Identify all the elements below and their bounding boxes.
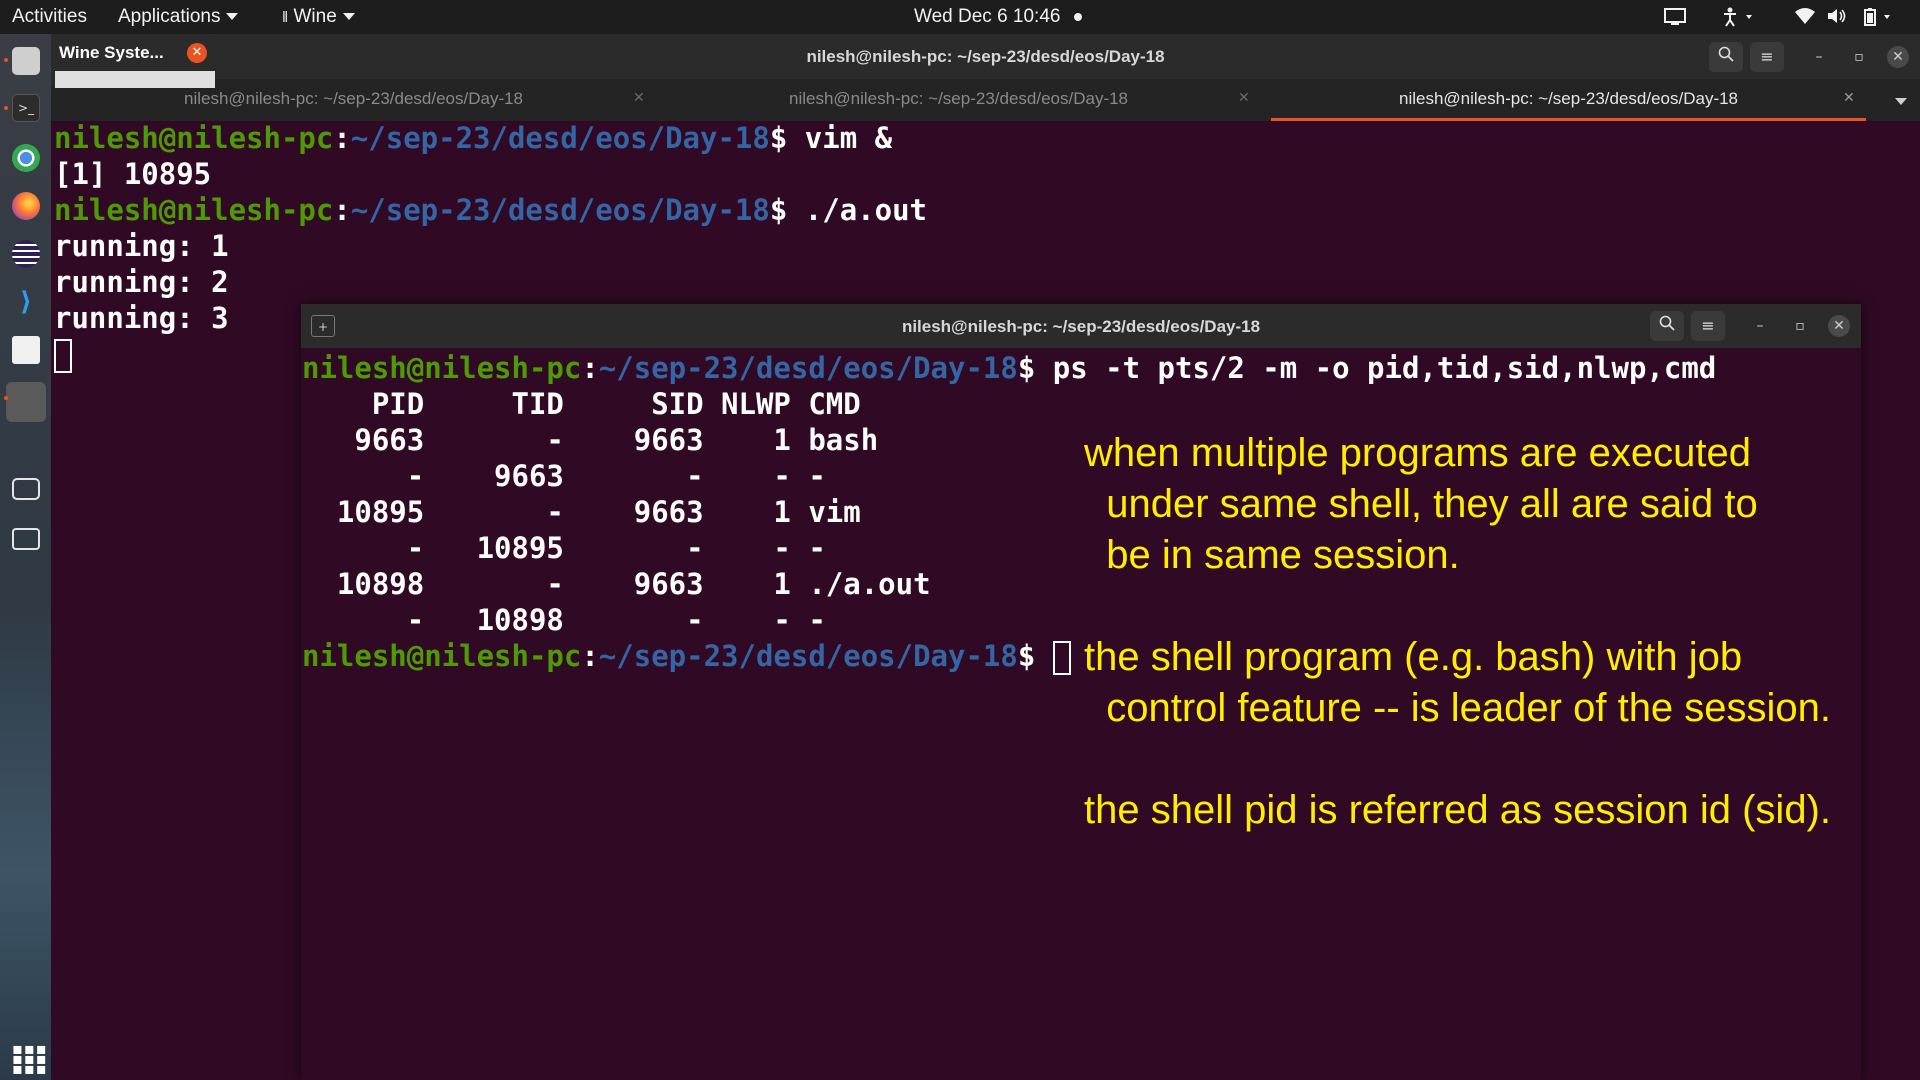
table-row: - 9663 - - - — [302, 459, 826, 493]
wine-menu-label: Wine — [293, 6, 337, 27]
eclipse-icon[interactable] — [12, 240, 40, 268]
wine-icon[interactable] — [6, 382, 46, 422]
prompt-path: ~/sep-23/desd/eos/Day-18 — [350, 193, 770, 227]
chevron-down-icon — [342, 13, 355, 21]
output-line: running: 1 — [54, 229, 229, 263]
command-line: $ vim & — [769, 121, 893, 155]
running-indicator — [4, 58, 8, 62]
prompt-user: nilesh@nilesh-pc — [302, 351, 582, 385]
running-indicator — [4, 106, 8, 110]
app-grid-icon[interactable]: ▪▪▪ ▪▪▪ ▪▪▪ — [12, 1041, 47, 1077]
window-title: nilesh@nilesh-pc: ~/sep-23/desd/eos/Day-… — [806, 47, 1165, 66]
menu-button[interactable]: ≡ — [1691, 311, 1725, 341]
top-bar: Activities Applications ǁ Wine Wed Dec 6… — [0, 0, 1920, 34]
files-icon[interactable] — [12, 47, 40, 75]
document-viewer-icon[interactable] — [12, 336, 40, 364]
text-cursor — [54, 339, 72, 373]
clock[interactable]: Wed Dec 6 10:46 — [914, 6, 1083, 28]
output-line: [1] 10895 — [54, 157, 212, 191]
wifi-icon[interactable] — [1794, 7, 1816, 30]
tab-label: nilesh@nilesh-pc: ~/sep-23/desd/eos/Day-… — [788, 89, 1129, 108]
text-cursor — [1052, 641, 1071, 675]
close-icon: ✕ — [1833, 318, 1845, 334]
minimize-button[interactable]: – — [1808, 46, 1830, 68]
tab-bar: nilesh@nilesh-pc: ~/sep-23/desd/eos/Day-… — [51, 79, 1920, 121]
table-row: 10898 - 9663 1 ./a.out — [302, 567, 931, 601]
tab-close-icon[interactable]: ✕ — [633, 90, 645, 106]
window-thumbnail[interactable] — [55, 71, 215, 88]
chevron-down-icon — [1895, 97, 1907, 105]
chevron-down-icon — [226, 13, 239, 21]
screenshot-icon[interactable] — [12, 528, 40, 550]
accessibility-icon[interactable] — [1722, 7, 1758, 32]
restore-button[interactable]: ▫ — [1848, 46, 1870, 68]
tabs-menu-button[interactable] — [1889, 93, 1907, 109]
minimize-icon: – — [1756, 318, 1764, 334]
display-icon[interactable] — [12, 478, 40, 500]
tab-2[interactable]: nilesh@nilesh-pc: ~/sep-23/desd/eos/Day-… — [711, 79, 1206, 121]
close-button[interactable]: ✕ — [1887, 46, 1909, 68]
table-row: 9663 - 9663 1 bash — [302, 423, 879, 457]
title-bar[interactable]: + nilesh@nilesh-pc: ~/sep-23/desd/eos/Da… — [301, 304, 1861, 348]
annotation-sid-note: the shell pid is referred as session id … — [1084, 788, 1831, 832]
wine-window-preview[interactable]: Wine Syste... ✕ — [51, 38, 215, 88]
screen-icon[interactable] — [1664, 7, 1686, 32]
search-button[interactable] — [1650, 311, 1684, 341]
maximize-icon: ▫ — [1795, 318, 1805, 334]
close-icon[interactable]: ✕ — [187, 43, 207, 63]
tab-3-active[interactable]: nilesh@nilesh-pc: ~/sep-23/desd/eos/Day-… — [1271, 79, 1866, 121]
search-button[interactable] — [1709, 42, 1743, 72]
annotation-leader-note: the shell program (e.g. bash) with job c… — [1084, 635, 1832, 730]
applications-label: Applications — [118, 6, 221, 27]
maximize-button[interactable]: ▫ — [1789, 315, 1811, 337]
wine-menu[interactable]: ǁ Wine — [282, 6, 355, 28]
table-row: - 10898 - - - — [302, 603, 826, 637]
hamburger-icon: ≡ — [1701, 316, 1715, 335]
command-line: $ ps -t pts/2 -m -o pid,tid,sid,nlwp,cmd — [1017, 351, 1717, 385]
running-indicator — [4, 396, 8, 400]
terminal-icon[interactable]: >_ — [12, 94, 40, 122]
output-line: running: 3 — [54, 301, 229, 335]
annotation-session-note: when multiple programs are executed unde… — [1084, 431, 1758, 577]
chrome-icon[interactable] — [12, 144, 40, 172]
command-line: $ ./a.out — [769, 193, 927, 227]
volume-icon[interactable] — [1826, 7, 1848, 30]
minimize-icon: – — [1815, 49, 1823, 65]
close-button[interactable]: ✕ — [1828, 315, 1850, 337]
prompt-user: nilesh@nilesh-pc — [54, 121, 334, 155]
minimize-button[interactable]: – — [1749, 315, 1771, 337]
table-row: - 10895 - - - — [302, 531, 826, 565]
prompt-path: ~/sep-23/desd/eos/Day-18 — [598, 351, 1018, 385]
table-row: 10895 - 9663 1 vim — [302, 495, 861, 529]
prompt-path: ~/sep-23/desd/eos/Day-18 — [350, 121, 770, 155]
title-bar[interactable]: nilesh@nilesh-pc: ~/sep-23/desd/eos/Day-… — [51, 34, 1920, 79]
wine-window-label: Wine Syste... — [59, 43, 164, 62]
vscode-icon[interactable]: ⟩ — [12, 288, 40, 316]
output-line: running: 2 — [54, 265, 229, 299]
battery-icon[interactable] — [1862, 7, 1898, 32]
search-icon — [1659, 315, 1675, 331]
prompt-user: nilesh@nilesh-pc — [302, 639, 582, 673]
menu-button[interactable]: ≡ — [1750, 42, 1784, 72]
prompt-user: nilesh@nilesh-pc — [54, 193, 334, 227]
tab-label: nilesh@nilesh-pc: ~/sep-23/desd/eos/Day-… — [1398, 89, 1739, 108]
tab-close-icon[interactable]: ✕ — [1238, 90, 1250, 106]
tab-label: nilesh@nilesh-pc: ~/sep-23/desd/eos/Day-… — [183, 89, 524, 108]
window-title: nilesh@nilesh-pc: ~/sep-23/desd/eos/Day-… — [901, 317, 1261, 336]
wine-glass-icon: ǁ — [282, 9, 289, 26]
close-icon: ✕ — [1892, 49, 1904, 65]
firefox-icon[interactable] — [12, 192, 40, 220]
prompt-path: ~/sep-23/desd/eos/Day-18 — [598, 639, 1018, 673]
search-icon — [1718, 46, 1734, 62]
clock-label: Wed Dec 6 10:46 — [914, 6, 1061, 27]
restore-icon: ▫ — [1854, 49, 1864, 65]
tab-close-icon[interactable]: ✕ — [1843, 90, 1855, 106]
notification-dot-icon — [1074, 12, 1083, 21]
table-header: PID TID SID NLWP CMD — [302, 387, 861, 421]
dock: >_ ⟩ ▪▪▪ ▪▪▪ ▪▪▪ — [0, 34, 51, 1080]
applications-menu[interactable]: Applications — [118, 6, 239, 28]
activities-button[interactable]: Activities — [12, 6, 87, 28]
final-prompt: $ — [1017, 639, 1053, 673]
hamburger-icon: ≡ — [1760, 47, 1774, 66]
